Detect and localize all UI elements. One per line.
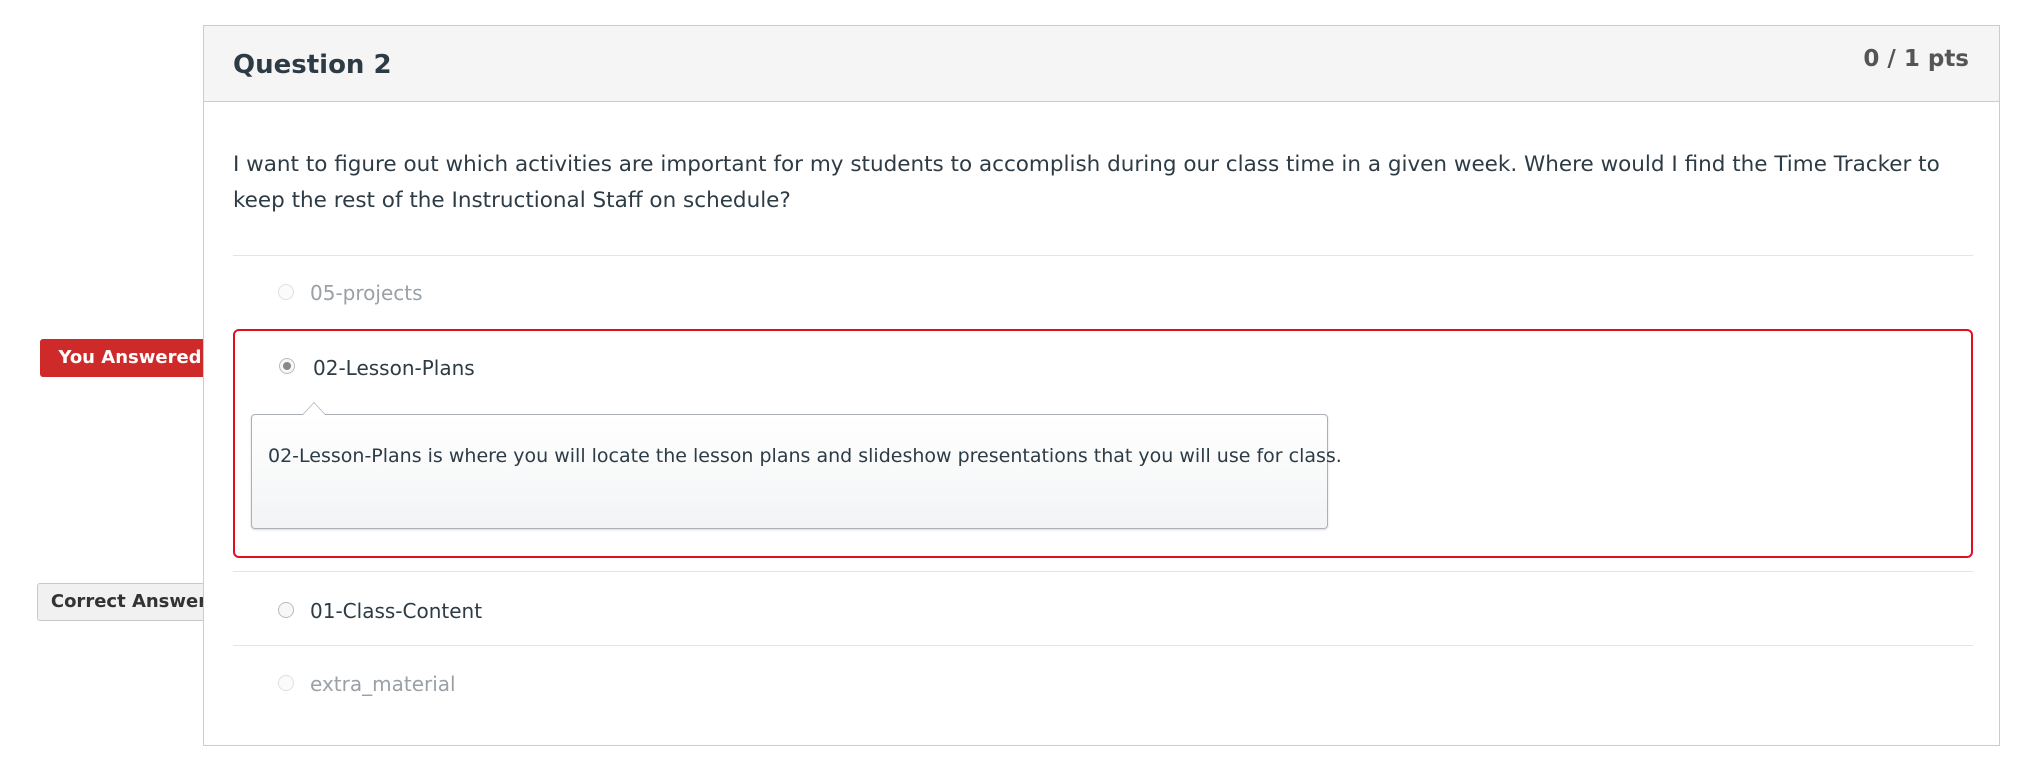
answer-label: 02-Lesson-Plans xyxy=(313,356,475,380)
divider xyxy=(233,645,1973,646)
question-header: Question 2 0 / 1 pts xyxy=(204,26,1999,102)
divider xyxy=(233,255,1973,256)
answer-option-02-lesson-plans[interactable]: 02-Lesson-Plans xyxy=(233,350,1973,390)
answer-radio[interactable] xyxy=(278,602,294,618)
question-text: I want to figure out which activities ar… xyxy=(233,152,1940,213)
answer-comment: 02-Lesson-Plans is where you will locate… xyxy=(251,402,1342,529)
answer-label: extra_material xyxy=(310,672,456,696)
divider xyxy=(233,571,1973,572)
answer-option-01-class-content[interactable]: 01-Class-Content xyxy=(233,594,1973,634)
answer-radio[interactable] xyxy=(278,284,294,300)
answer-option-05-projects[interactable]: 05-projects xyxy=(233,276,1973,316)
answer-radio-selected[interactable] xyxy=(279,358,295,374)
comment-pointer xyxy=(302,402,326,415)
answer-label: 05-projects xyxy=(310,281,423,305)
correct-answer-flag: Correct Answer xyxy=(37,583,234,621)
you-answered-flag: You Answered xyxy=(40,339,232,377)
question-points: 0 / 1 pts xyxy=(1863,46,1969,72)
answer-label: 01-Class-Content xyxy=(310,599,483,623)
answer-comment-text: 02-Lesson-Plans is where you will locate… xyxy=(268,445,1342,467)
question-card: Question 2 0 / 1 pts I want to figure ou… xyxy=(203,25,2000,746)
question-title: Question 2 xyxy=(233,50,392,80)
answer-radio[interactable] xyxy=(278,675,294,691)
answer-option-extra-material[interactable]: extra_material xyxy=(233,667,1973,707)
